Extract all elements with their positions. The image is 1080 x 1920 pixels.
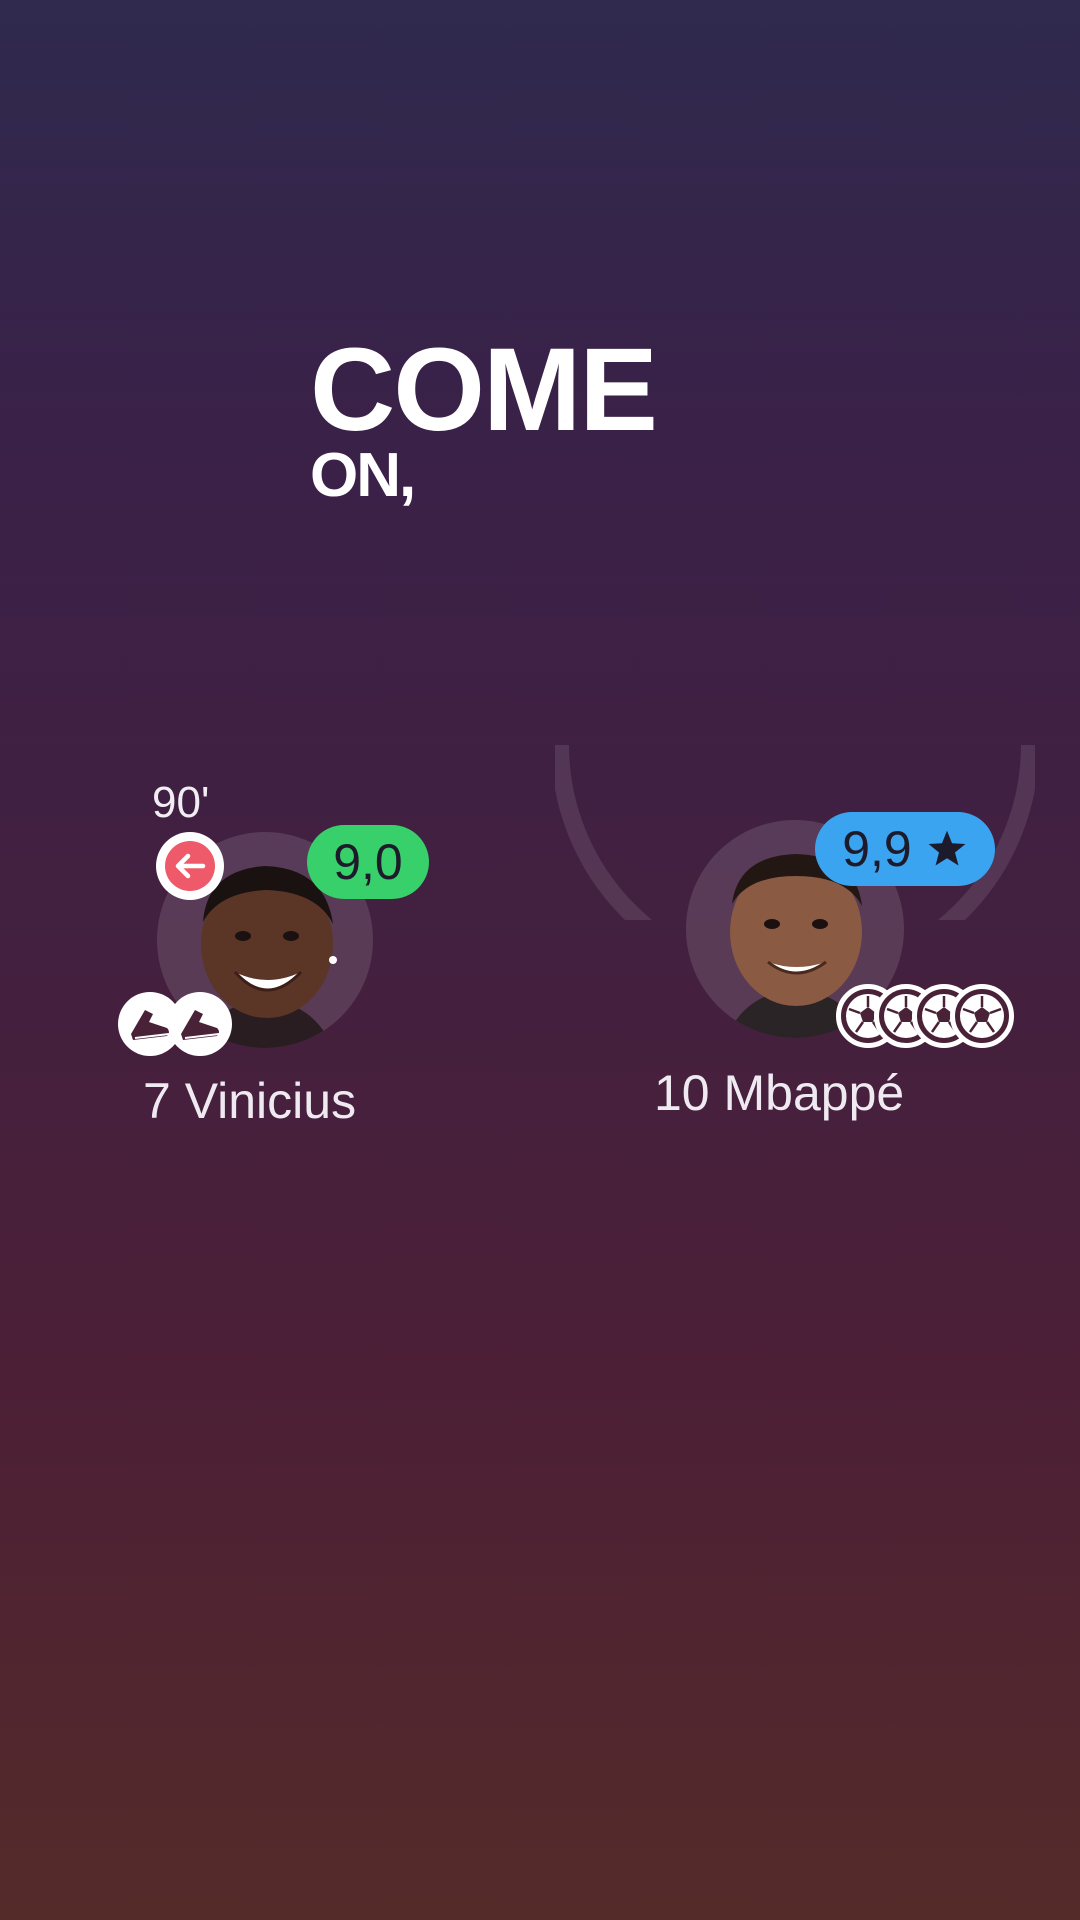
football-icon [950,984,1014,1048]
player-name-mbappe: 10 Mbappé [654,1065,905,1121]
arrow-left-icon [175,853,206,879]
substitution-minute: 90' [152,778,210,827]
player-rating-badge: 9,9 [815,812,995,886]
player-rating-value: 9,9 [842,821,912,877]
player-rating-badge: 9,0 [307,825,429,899]
boot-icon [168,992,232,1056]
headline: COME ON, [310,324,658,510]
assist-badges [118,992,232,1056]
goal-badges [836,984,1014,1048]
player-rating-value: 9,0 [333,834,403,890]
substitution-badge [156,832,224,900]
player-name-vinicius: 7 Vinicius [143,1073,357,1129]
star-icon [928,830,966,866]
headline-line-1: COME [310,324,658,456]
